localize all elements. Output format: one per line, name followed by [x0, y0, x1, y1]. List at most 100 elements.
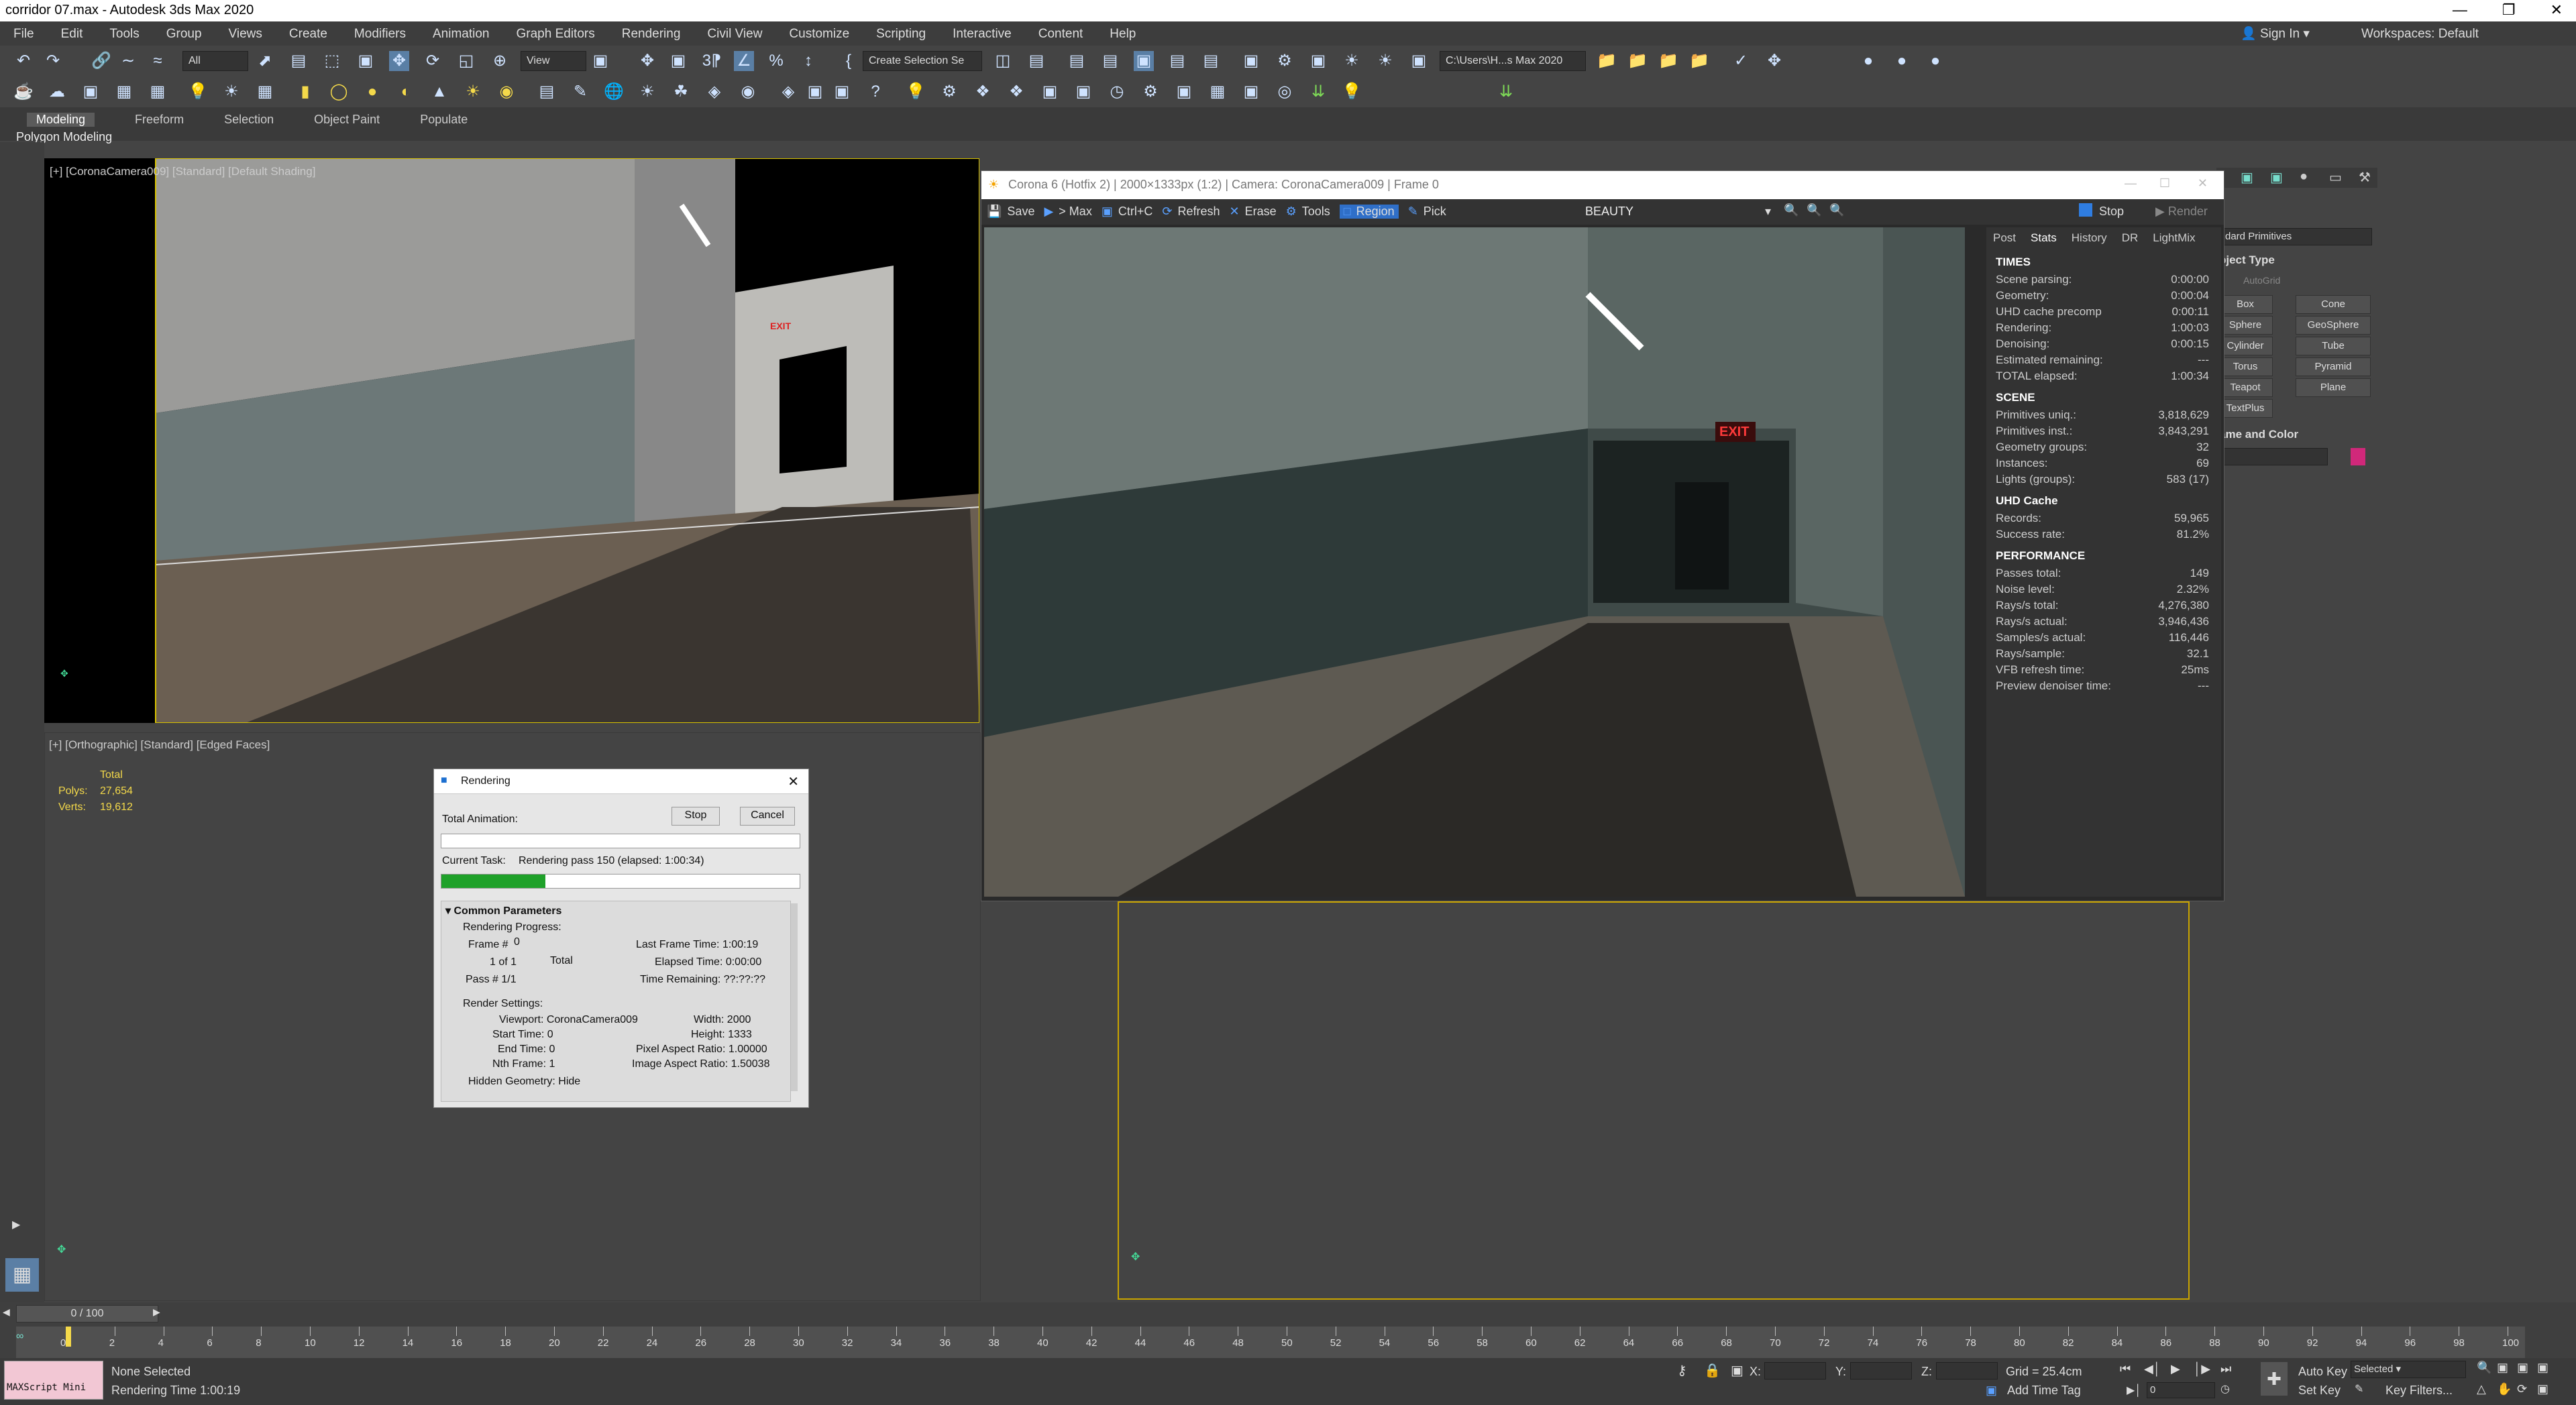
cone-icon[interactable]: ▲ — [429, 82, 449, 102]
project-new-icon[interactable]: 📁 — [1658, 51, 1678, 71]
render-button[interactable]: ▶ Render — [2155, 205, 2208, 219]
rendered-image[interactable]: EXIT — [984, 227, 1965, 897]
time-tag-icon[interactable]: ▣ — [1986, 1384, 1997, 1398]
material-editor-icon[interactable]: ▣ — [1241, 51, 1261, 71]
menu-item-modifiers[interactable]: Modifiers — [354, 27, 406, 42]
node-icon[interactable]: ▣ — [1073, 82, 1093, 102]
rect-selection-icon[interactable]: ⬚ — [322, 51, 342, 71]
maxscript-listener[interactable] — [4, 1361, 103, 1400]
goto-end-icon[interactable]: ⏭ — [2220, 1362, 2231, 1376]
next-frame-icon[interactable]: │▶ — [2194, 1362, 2210, 1376]
circle-tool-icon-2[interactable]: ● — [1892, 51, 1912, 71]
select-move-icon[interactable]: ✥ — [389, 51, 409, 71]
maximize-viewport-icon[interactable]: ▣ — [2537, 1382, 2548, 1396]
menu-item-views[interactable]: Views — [229, 27, 262, 42]
selection-set-dropdown[interactable]: Selected ▾ — [2351, 1361, 2466, 1378]
snaps-toggle-icon[interactable]: 3⁋ — [702, 51, 722, 71]
set-key-button[interactable]: Set Key — [2298, 1384, 2341, 1398]
toggle-ribbon-icon[interactable]: ▣ — [1134, 51, 1154, 71]
menu-item-help[interactable]: Help — [1110, 27, 1136, 42]
render-iterative-icon[interactable]: ☀ — [1375, 51, 1395, 71]
project-path-dropdown[interactable]: C:\Users\H...s Max 2020 — [1440, 51, 1586, 71]
vfb-tool-save[interactable]: 💾 Save — [987, 205, 1034, 219]
primitive-button-tube[interactable]: Tube — [2296, 337, 2371, 355]
add-time-tag[interactable]: Add Time Tag — [2007, 1384, 2081, 1398]
stop-button[interactable]: Stop — [2099, 205, 2124, 219]
lock-icon[interactable]: 🔒 — [1704, 1362, 1721, 1379]
corona-icon[interactable]: ☀ — [221, 82, 241, 102]
cancel-render-button[interactable]: Cancel — [740, 807, 795, 826]
camera-viewport[interactable]: [+] [CoronaCamera009] [Standard] [Defaul… — [44, 158, 979, 723]
move-icon[interactable]: ✥ — [637, 51, 657, 71]
angle-snap-icon[interactable]: ∠ — [734, 51, 754, 71]
menu-item-tools[interactable]: Tools — [109, 27, 139, 42]
curve-editor-icon[interactable]: ▤ — [1167, 51, 1187, 71]
zoom-extents-icon[interactable]: ▣ — [2517, 1361, 2528, 1375]
key-filter-icon[interactable]: ✎ — [2355, 1382, 2363, 1396]
menu-item-rendering[interactable]: Rendering — [622, 27, 681, 42]
play-icon[interactable]: ▶ — [2171, 1362, 2180, 1376]
dome-icon[interactable]: ◐ — [396, 82, 416, 102]
clock-icon[interactable]: ◷ — [1107, 82, 1127, 102]
utilities-tab-icon[interactable]: ⚒ — [2359, 169, 2371, 186]
menu-item-animation[interactable]: Animation — [433, 27, 490, 42]
menu-item-content[interactable]: Content — [1038, 27, 1083, 42]
time-config-icon[interactable]: ◷ — [2220, 1382, 2230, 1396]
time-slider-prev-icon[interactable]: ◀ — [3, 1306, 10, 1318]
help-icon[interactable]: ? — [865, 82, 885, 102]
map-icon[interactable]: ▦ — [255, 82, 275, 102]
mirror-icon[interactable]: ◫ — [993, 51, 1013, 71]
sky-icon[interactable]: ◉ — [738, 82, 758, 102]
primitive-button-sphere[interactable]: Sphere — [2218, 316, 2273, 335]
unlink-icon[interactable]: ∼ — [118, 51, 138, 71]
folder-icon[interactable]: ▮ — [295, 82, 315, 102]
modify-tab-icon[interactable]: ▣ — [2270, 169, 2283, 186]
y-coord-input[interactable] — [1850, 1362, 1912, 1380]
vfb-tool-tools[interactable]: ⚙ Tools — [1286, 205, 1330, 219]
current-frame-spinner[interactable]: 0 — [2147, 1382, 2215, 1398]
select-scale-icon[interactable]: ◱ — [456, 51, 476, 71]
gear-icon[interactable]: ⚙ — [1140, 82, 1161, 102]
create-tab-icon[interactable]: ▣ — [2241, 169, 2253, 186]
select-rotate-icon[interactable]: ⟳ — [423, 51, 443, 71]
window-crossing-icon[interactable]: ▣ — [356, 51, 376, 71]
category-dropdown[interactable]: dard Primitives — [2219, 228, 2372, 245]
reference-coord-dropdown[interactable]: View — [521, 51, 586, 71]
current-frame-marker[interactable] — [66, 1327, 71, 1347]
stats-tab-lightmix[interactable]: LightMix — [2153, 231, 2195, 245]
primitive-button-plane[interactable]: Plane — [2296, 378, 2371, 397]
camera-viewport-label[interactable]: [+] [CoronaCamera009] [Standard] [Defaul… — [50, 165, 315, 178]
ribbon-tab-freeform[interactable]: Freeform — [135, 113, 184, 127]
primitive-button-pyramid[interactable]: Pyramid — [2296, 357, 2371, 376]
image-icon[interactable]: ▣ — [80, 82, 101, 102]
x-coord-input[interactable] — [1764, 1362, 1826, 1380]
channel-dropdown[interactable]: BEAUTY — [1585, 205, 1633, 219]
placement-icon[interactable]: ⊕ — [490, 51, 510, 71]
proxy-icon[interactable]: ▣ — [805, 82, 825, 102]
redo-icon[interactable]: ↷ — [43, 51, 63, 71]
zoom-icon[interactable]: 🔍 — [2477, 1361, 2491, 1375]
vfb-tool-pick[interactable]: ✎ Pick — [1408, 205, 1446, 219]
common-params-heading[interactable]: ▾ Common Parameters — [445, 904, 561, 917]
sphere-light-icon[interactable]: ◉ — [496, 82, 517, 102]
scatter-icon[interactable]: ◈ — [778, 82, 798, 102]
vfb-tool-max[interactable]: ▶ > Max — [1044, 205, 1091, 219]
menu-item-create[interactable]: Create — [289, 27, 327, 42]
scene-explorer-icon[interactable]: ▤ — [1067, 51, 1087, 71]
vfb-tool-ctrl-c[interactable]: ▣ Ctrl+C — [1102, 205, 1153, 219]
panel-icon[interactable]: ▣ — [1241, 82, 1261, 102]
sphere-icon[interactable]: ● — [362, 82, 382, 102]
ribbon-tab-modeling[interactable]: Modeling — [27, 113, 95, 127]
layout-icon[interactable]: ▦ — [1208, 82, 1228, 102]
brush-icon[interactable]: ☀ — [637, 82, 657, 102]
project-open-icon[interactable]: 📁 — [1627, 51, 1648, 71]
settings-icon[interactable]: ⚙ — [939, 82, 959, 102]
zoom-all-icon[interactable]: ▣ — [2497, 1361, 2508, 1375]
vfb-minimize-icon[interactable]: — — [2125, 176, 2137, 190]
track-bar[interactable]: 0 2 4 6 8 10 12 14 16 18 20 22 24 26 28 30 32 34 36 38 40 42 4… — [16, 1327, 2525, 1360]
menu-item-customize[interactable]: Customize — [789, 27, 849, 42]
minimize-icon[interactable]: — — [2453, 1, 2467, 19]
rendered-frame-icon[interactable]: ▣ — [1308, 51, 1328, 71]
stats-tab-history[interactable]: History — [2072, 231, 2107, 245]
align-icon[interactable]: ▤ — [1026, 51, 1046, 71]
